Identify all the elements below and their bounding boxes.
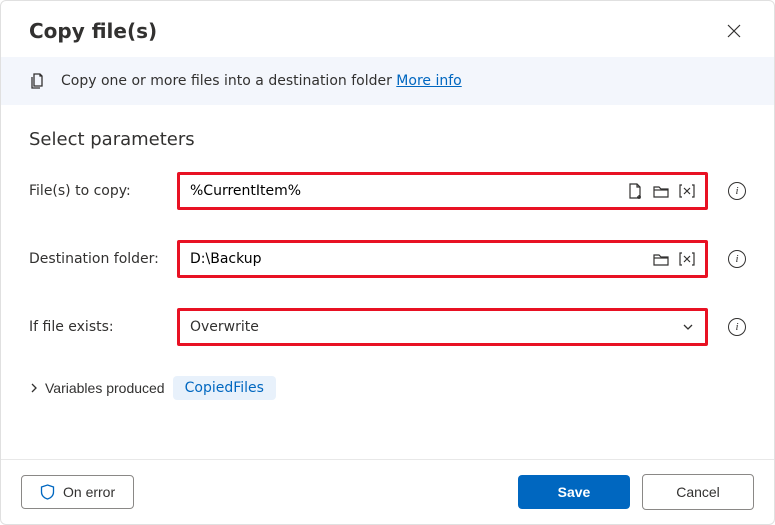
close-icon [727,24,741,38]
folder-picker-icon[interactable] [651,181,671,201]
dialog-title: Copy file(s) [29,19,157,43]
ifexists-label: If file exists: [29,319,169,335]
param-row-files: File(s) to copy: i [29,172,746,210]
close-button[interactable] [718,15,750,47]
dialog-footer: On error Save Cancel [1,459,774,524]
ifexists-value: Overwrite [190,319,259,335]
on-error-label: On error [63,484,115,500]
chevron-down-icon [681,320,695,334]
on-error-button[interactable]: On error [21,475,134,509]
variable-icon[interactable] [677,249,697,269]
files-label: File(s) to copy: [29,183,169,199]
dialog-body: Select parameters File(s) to copy: [1,105,774,459]
param-row-ifexists: If file exists: Overwrite i [29,308,746,346]
ifexists-select[interactable]: Overwrite [177,308,708,346]
files-input[interactable] [180,175,625,207]
variable-icon[interactable] [677,181,697,201]
info-text-content: Copy one or more files into a destinatio… [61,73,396,89]
dest-label: Destination folder: [29,251,169,267]
info-text: Copy one or more files into a destinatio… [61,73,462,89]
info-strip: Copy one or more files into a destinatio… [1,57,774,105]
variables-produced-toggle[interactable]: Variables produced [29,380,165,396]
files-field [177,172,708,210]
section-title: Select parameters [29,129,746,150]
dest-field [177,240,708,278]
dest-info-icon[interactable]: i [728,250,746,268]
chevron-right-icon [29,383,39,393]
variable-badge[interactable]: CopiedFiles [173,376,276,400]
variables-produced-row: Variables produced CopiedFiles [29,376,746,400]
file-picker-icon[interactable] [625,181,645,201]
dest-input[interactable] [180,243,651,275]
cancel-button[interactable]: Cancel [642,474,754,510]
copy-files-dialog: Copy file(s) Copy one or more files into… [0,0,775,525]
dialog-header: Copy file(s) [1,1,774,57]
variables-produced-label: Variables produced [45,380,165,396]
more-info-link[interactable]: More info [396,73,461,89]
files-info-icon[interactable]: i [728,182,746,200]
ifexists-info-icon[interactable]: i [728,318,746,336]
copy-files-icon [29,71,49,91]
folder-picker-icon[interactable] [651,249,671,269]
param-row-dest: Destination folder: i [29,240,746,278]
dest-field-icons [651,249,705,269]
save-button[interactable]: Save [518,475,630,509]
files-field-icons [625,181,705,201]
shield-icon [40,484,55,500]
